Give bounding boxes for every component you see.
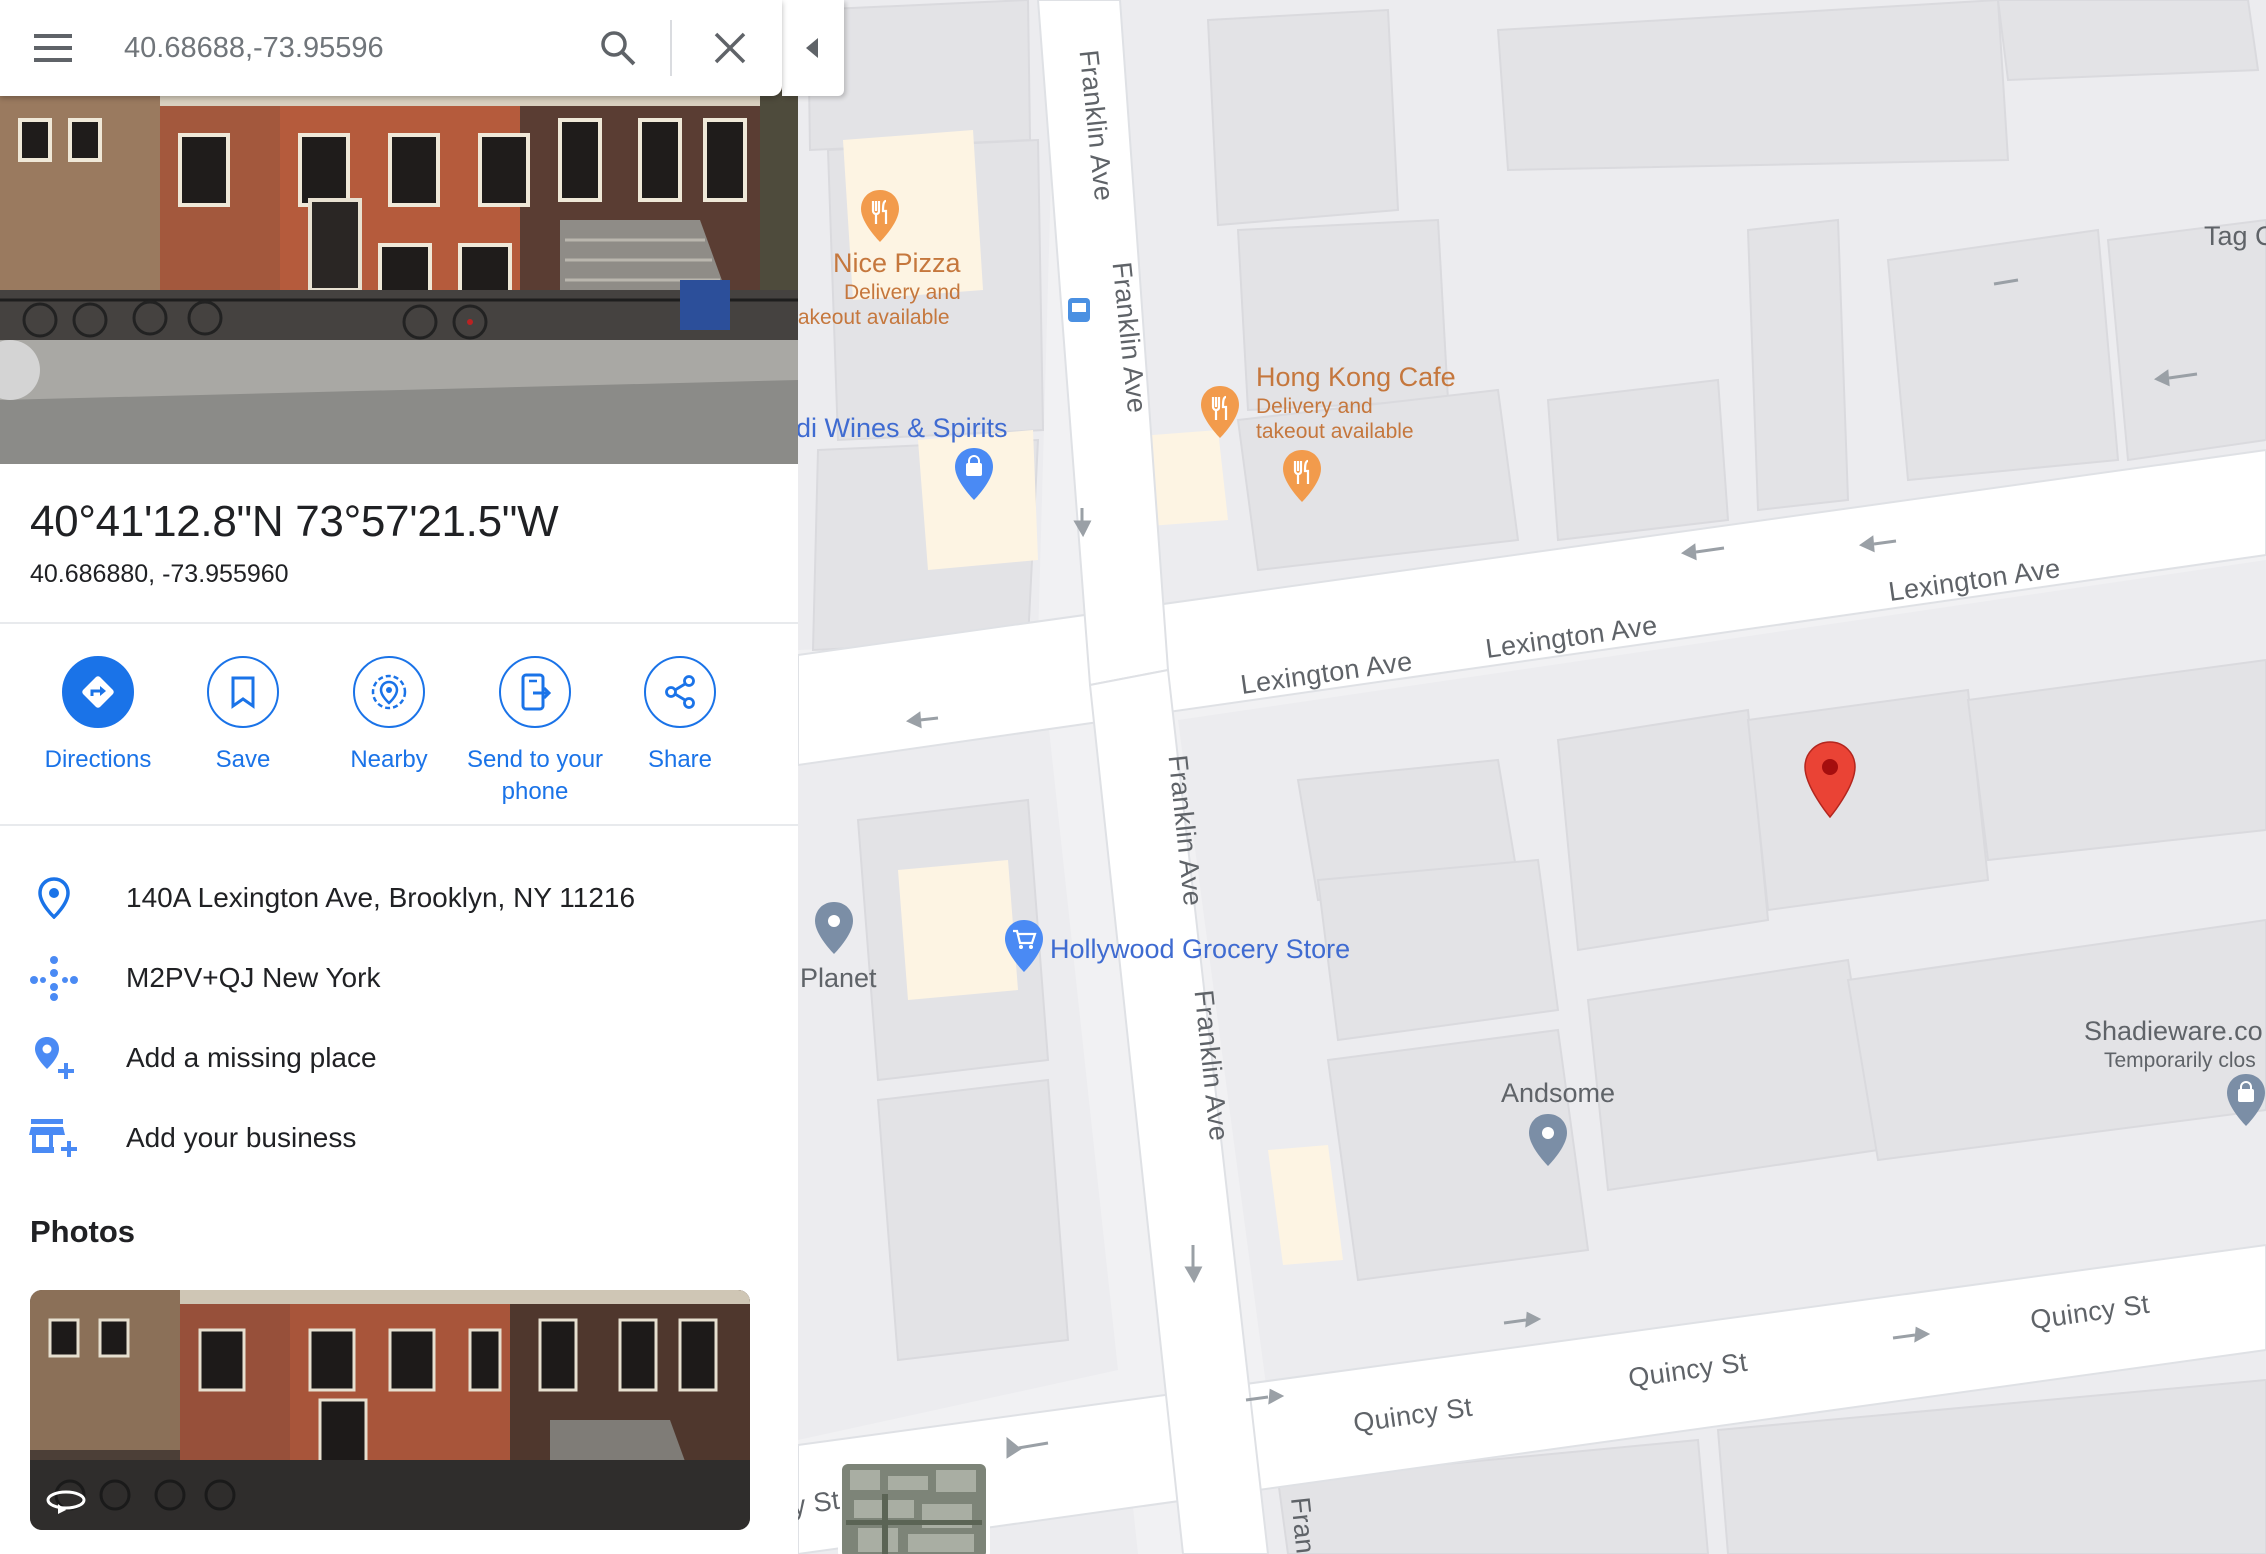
add-missing-place-text: Add a missing place (126, 1042, 377, 1073)
plus-code-row[interactable]: M2PV+QJ New York (0, 948, 798, 1008)
poi-shadieware[interactable]: Shadieware.co (2084, 1016, 2263, 1047)
directions-icon (62, 656, 134, 728)
search-bar (0, 0, 782, 96)
bookmark-icon (207, 656, 279, 728)
send-to-phone-button[interactable]: Send to your phone (455, 656, 615, 808)
place-pin-icon[interactable] (1526, 1112, 1570, 1168)
poi-hong-kong-sub1: Delivery and (1256, 395, 1373, 418)
plus-code-text: M2PV+QJ New York (126, 962, 381, 993)
add-business-text: Add your business (126, 1122, 357, 1153)
grocery-pin-icon[interactable] (1002, 918, 1046, 974)
chevron-left-icon (806, 38, 818, 58)
address-row[interactable]: 140A Lexington Ave, Brooklyn, NY 11216 (0, 868, 798, 928)
place-decimal-coords: 40.686880, -73.955960 (30, 560, 289, 588)
close-icon[interactable] (712, 30, 748, 66)
add-place-icon (28, 1036, 80, 1080)
save-label: Save (215, 746, 271, 773)
save-button[interactable]: Save (163, 656, 323, 776)
poi-planet[interactable]: Planet (800, 963, 877, 994)
food-pin-icon[interactable] (858, 188, 902, 244)
food-pin-icon[interactable] (1280, 448, 1324, 504)
place-pin-icon[interactable] (812, 900, 856, 956)
poi-nice-pizza-sub1: Delivery and (844, 281, 961, 304)
location-pin-icon (28, 876, 80, 920)
directions-label: Directions (44, 746, 152, 773)
selected-location-marker-icon[interactable] (1802, 740, 1858, 820)
address-text: 140A Lexington Ave, Brooklyn, NY 11216 (126, 882, 636, 913)
send-to-phone-icon (499, 656, 571, 728)
photo-thumbnail[interactable] (30, 1290, 750, 1530)
share-icon (644, 656, 716, 728)
poi-shadieware-status: Temporarily clos (2104, 1049, 2256, 1072)
nearby-label: Nearby (350, 746, 428, 773)
poi-wines-spirits[interactable]: di Wines & Spirits (798, 413, 1008, 444)
poi-hong-kong-sub2: takeout available (1256, 420, 1414, 443)
shopping-pin-icon[interactable] (2224, 1072, 2266, 1128)
nearby-icon (353, 656, 425, 728)
collapse-panel-button[interactable] (782, 0, 844, 96)
poi-tag[interactable]: Tag C (2204, 221, 2266, 252)
poi-andsome[interactable]: Andsome (1501, 1078, 1615, 1109)
share-label: Share (647, 746, 713, 773)
poi-hollywood-grocery[interactable]: Hollywood Grocery Store (1050, 934, 1350, 965)
share-button[interactable]: Share (600, 656, 760, 776)
map-canvas[interactable]: Franklin Ave Franklin Ave Franklin Ave F… (798, 0, 2266, 1554)
search-input[interactable] (124, 26, 574, 70)
hamburger-menu-icon[interactable] (34, 32, 74, 64)
street-view-360-icon (46, 1490, 86, 1514)
nearby-button[interactable]: Nearby (309, 656, 469, 776)
plus-code-icon (28, 956, 80, 1001)
shopping-pin-icon[interactable] (952, 446, 996, 502)
add-missing-place-row[interactable]: Add a missing place (0, 1028, 798, 1088)
food-pin-icon[interactable] (1198, 384, 1242, 440)
poi-nice-pizza[interactable]: Nice Pizza (833, 248, 961, 279)
add-business-row[interactable]: Add your business (0, 1108, 798, 1168)
poi-nice-pizza-sub2: takeout available (798, 306, 950, 329)
poi-hong-kong-cafe[interactable]: Hong Kong Cafe (1256, 362, 1456, 393)
add-business-icon (28, 1116, 80, 1160)
search-icon[interactable] (598, 28, 638, 68)
street-label-franklin-5: Fran (1284, 1495, 1321, 1554)
search-divider (670, 20, 672, 76)
send-to-phone-label: Send to your phone (466, 746, 604, 805)
directions-button[interactable]: Directions (18, 656, 178, 776)
place-title: 40°41'12.8"N 73°57'21.5"W (30, 497, 559, 546)
